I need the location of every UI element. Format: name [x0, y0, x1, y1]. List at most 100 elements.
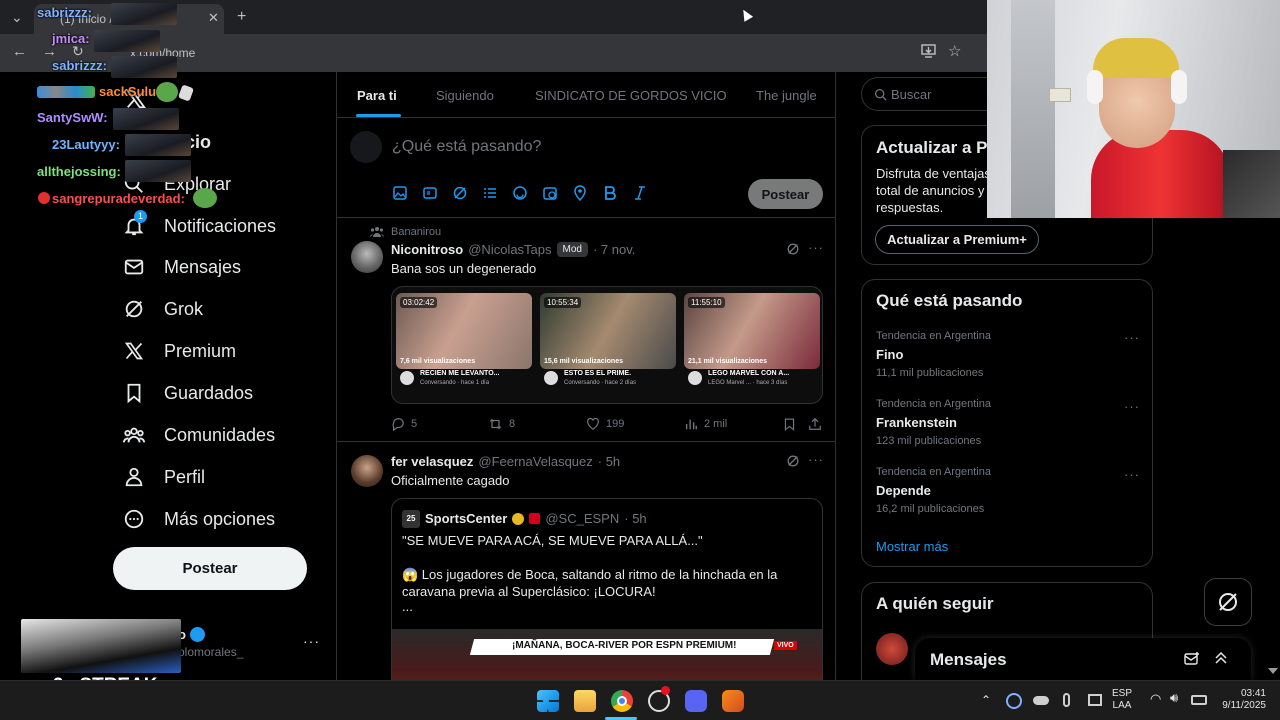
video-thumbnail[interactable]: 10:55:34 15,6 mil visualizaciones	[540, 293, 676, 369]
video-thumbnail[interactable]: 11:55:10 21,1 mil visualizaciones	[684, 293, 820, 369]
like-action[interactable]: 199	[586, 417, 624, 431]
discord-icon[interactable]	[685, 690, 707, 712]
trend-more-icon[interactable]: ···	[1124, 399, 1140, 414]
quoted-tweet[interactable]: 25 SportsCenter @SC_ESPN · 5h "SE MUEVE …	[391, 498, 823, 680]
account-more-icon[interactable]: ···	[303, 633, 320, 649]
chat-username: SantySwW:	[37, 110, 108, 125]
clock[interactable]: 03:41 9/11/2025	[1216, 688, 1266, 712]
tweet-more-icon[interactable]: ···	[808, 452, 824, 467]
nav-item-perfil[interactable]: Perfil	[122, 459, 205, 495]
avatar[interactable]	[351, 241, 383, 273]
nav-item-mas-opciones[interactable]: Más opciones	[122, 501, 275, 537]
schedule-icon[interactable]	[542, 185, 558, 201]
tab-the-jungle[interactable]: The jungle	[756, 88, 817, 103]
tweet-more-icon[interactable]: ···	[808, 240, 824, 255]
grok-floating-button[interactable]	[1204, 578, 1252, 626]
chat-badges	[37, 86, 95, 98]
tweet-author-name[interactable]: Niconitroso	[391, 242, 463, 257]
trend-more-icon[interactable]: ···	[1124, 330, 1140, 345]
avatar[interactable]	[351, 455, 383, 487]
wifi-icon[interactable]: ◠	[1150, 692, 1161, 705]
image-icon[interactable]	[392, 185, 408, 201]
input-language[interactable]: ESP LAA	[1112, 688, 1132, 712]
gif-icon[interactable]	[422, 185, 438, 201]
bold-icon[interactable]	[602, 185, 618, 201]
bookmark-action[interactable]	[783, 417, 796, 431]
upgrade-premium-button[interactable]: Actualizar a Premium+	[875, 225, 1039, 254]
sync-icon[interactable]	[1006, 693, 1022, 709]
location-icon[interactable]	[572, 185, 588, 201]
taskbar: ⌃ ESP LAA ◠ 🔊︎ 03:41 9/11/2025	[0, 680, 1280, 720]
search-input[interactable]: Buscar	[891, 87, 931, 102]
grok-explain-icon[interactable]	[786, 454, 800, 468]
file-explorer-icon[interactable]	[574, 690, 596, 712]
tab-sindicato[interactable]: SINDICATO DE GORDOS VICIO	[535, 88, 727, 103]
tweet-author-handle[interactable]: @FeernaVelasquez	[478, 454, 592, 469]
quoted-media[interactable]: ¡MAÑANA, BOCA-RIVER POR ESPN PREMIUM! VI…	[392, 629, 822, 680]
bookmark-star-icon[interactable]: ☆	[948, 44, 961, 59]
trend-count: 123 mil publicaciones	[876, 435, 982, 447]
post-button[interactable]: Postear	[113, 547, 307, 590]
trend-meta: Tendencia en Argentina	[876, 398, 991, 410]
volume-icon[interactable]: 🔊︎	[1170, 691, 1178, 704]
emoji-icon[interactable]	[512, 185, 528, 201]
scroll-down-arrow-icon[interactable]	[1268, 668, 1278, 674]
video-thumbnail[interactable]: 03:02:42 7,6 mil visualizaciones	[396, 293, 532, 369]
nav-item-comunidades[interactable]: Comunidades	[122, 417, 275, 453]
trend-item[interactable]: Tendencia en Argentina Frankenstein 123 …	[876, 398, 991, 447]
poll-icon[interactable]	[482, 185, 498, 201]
messages-drawer[interactable]: Mensajes	[915, 638, 1251, 680]
tab-siguiendo[interactable]: Siguiendo	[436, 88, 494, 103]
display-icon[interactable]	[1088, 694, 1102, 706]
tweet-text: Oficialmente cagado	[391, 473, 510, 488]
tweet-context[interactable]: Bananirou	[391, 226, 441, 238]
microphone-icon[interactable]	[1063, 693, 1070, 707]
windows-start-icon[interactable]	[537, 690, 559, 712]
grok-explain-icon[interactable]	[786, 242, 800, 256]
live-badge: VIVO	[774, 641, 797, 650]
reply-count: 5	[411, 418, 418, 430]
trend-item[interactable]: Tendencia en Argentina Depende 16,2 mil …	[876, 466, 991, 515]
trend-name: Fino	[876, 347, 904, 362]
obs-icon[interactable]	[648, 686, 670, 712]
grok-compose-icon[interactable]	[452, 185, 468, 201]
trends-title: Qué está pasando	[876, 291, 1023, 310]
streak-cam	[21, 619, 181, 673]
trend-more-icon[interactable]: ···	[1124, 467, 1140, 482]
tray-overflow-icon[interactable]: ⌃	[981, 694, 991, 706]
repost-action[interactable]: 8	[488, 417, 515, 431]
nav-item-mensajes[interactable]: Mensajes	[122, 249, 241, 285]
reply-action[interactable]: 5	[391, 417, 417, 431]
nav-item-premium[interactable]: Premium	[122, 333, 236, 369]
new-message-icon[interactable]	[1184, 651, 1200, 667]
composer-post-button[interactable]: Postear	[748, 179, 823, 209]
fl-studio-icon[interactable]	[722, 690, 744, 712]
tweet-author-handle[interactable]: @NicolasTaps	[468, 242, 551, 257]
nav-label-mas-opciones: Más opciones	[164, 508, 276, 529]
tweet-author-name[interactable]: fer velasquez	[391, 454, 473, 469]
tab-para-ti[interactable]: Para ti	[357, 88, 397, 103]
trend-item[interactable]: Tendencia en Argentina Fino 11,1 mil pub…	[876, 330, 991, 379]
install-app-icon[interactable]	[921, 44, 936, 58]
avatar[interactable]	[876, 633, 908, 665]
mouse-cursor-icon	[738, 7, 754, 22]
tweet-time[interactable]: · 7 nov.	[593, 242, 635, 257]
trend-count: 11,1 mil publicaciones	[876, 367, 984, 379]
collapse-up-icon[interactable]	[1213, 650, 1229, 666]
chrome-icon[interactable]	[611, 690, 633, 712]
tweet-time[interactable]: · 5h	[598, 454, 620, 469]
onedrive-icon[interactable]	[1033, 696, 1049, 705]
battery-icon[interactable]	[1191, 695, 1207, 705]
nav-item-grok[interactable]: Grok	[122, 291, 203, 327]
composer-input[interactable]: ¿Qué está pasando?	[392, 138, 541, 156]
trend-name: Frankenstein	[876, 415, 957, 430]
thumbnail-duration: 10:55:34	[544, 297, 582, 308]
italic-icon[interactable]	[632, 185, 648, 201]
quoted-text: 😱 Los jugadores de Boca, saltando al rit…	[402, 567, 778, 582]
share-action[interactable]	[808, 417, 822, 431]
nav-item-guardados[interactable]: Guardados	[122, 375, 253, 411]
views-action[interactable]: 2 mil	[684, 417, 727, 431]
show-more-link[interactable]: Mostrar más	[876, 539, 948, 554]
tweet-media[interactable]: 03:02:42 7,6 mil visualizaciones 10:55:3…	[391, 286, 823, 404]
premium-text: total de anuncios y	[876, 183, 985, 198]
